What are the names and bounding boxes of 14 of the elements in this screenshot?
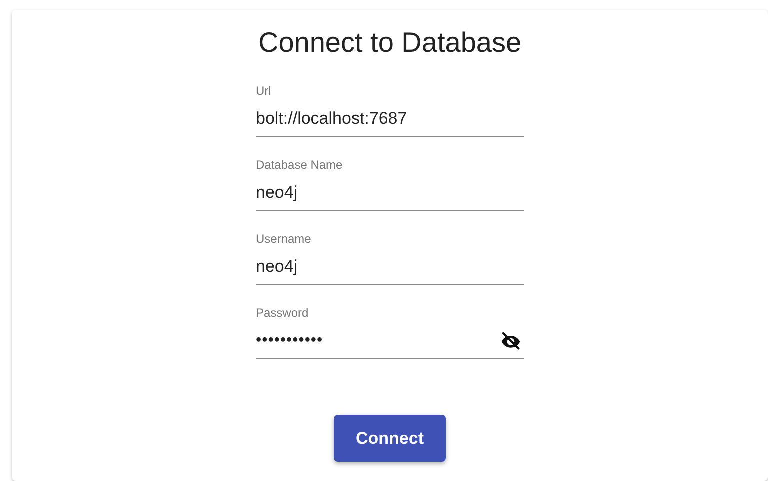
field-label: Password	[256, 305, 310, 321]
connect-button[interactable]: Connect	[334, 415, 446, 462]
dialog-title: Connect to Database	[258, 26, 522, 60]
input-field[interactable]: Url bolt://localhost:7687	[256, 83, 524, 137]
input-field[interactable]: Username neo4j	[256, 231, 524, 285]
input-field[interactable]: Database Name neo4j	[256, 157, 524, 211]
field-label: Url	[256, 83, 272, 99]
field-value: neo4j	[256, 182, 298, 204]
field-label: Database Name	[256, 157, 344, 173]
field-value: bolt://localhost:7687	[256, 108, 408, 130]
password-field[interactable]: Password •••••••••••	[256, 305, 524, 359]
field-label: Username	[256, 231, 312, 247]
field-value: •••••••••••	[256, 331, 324, 351]
field-value: neo4j	[256, 256, 298, 278]
